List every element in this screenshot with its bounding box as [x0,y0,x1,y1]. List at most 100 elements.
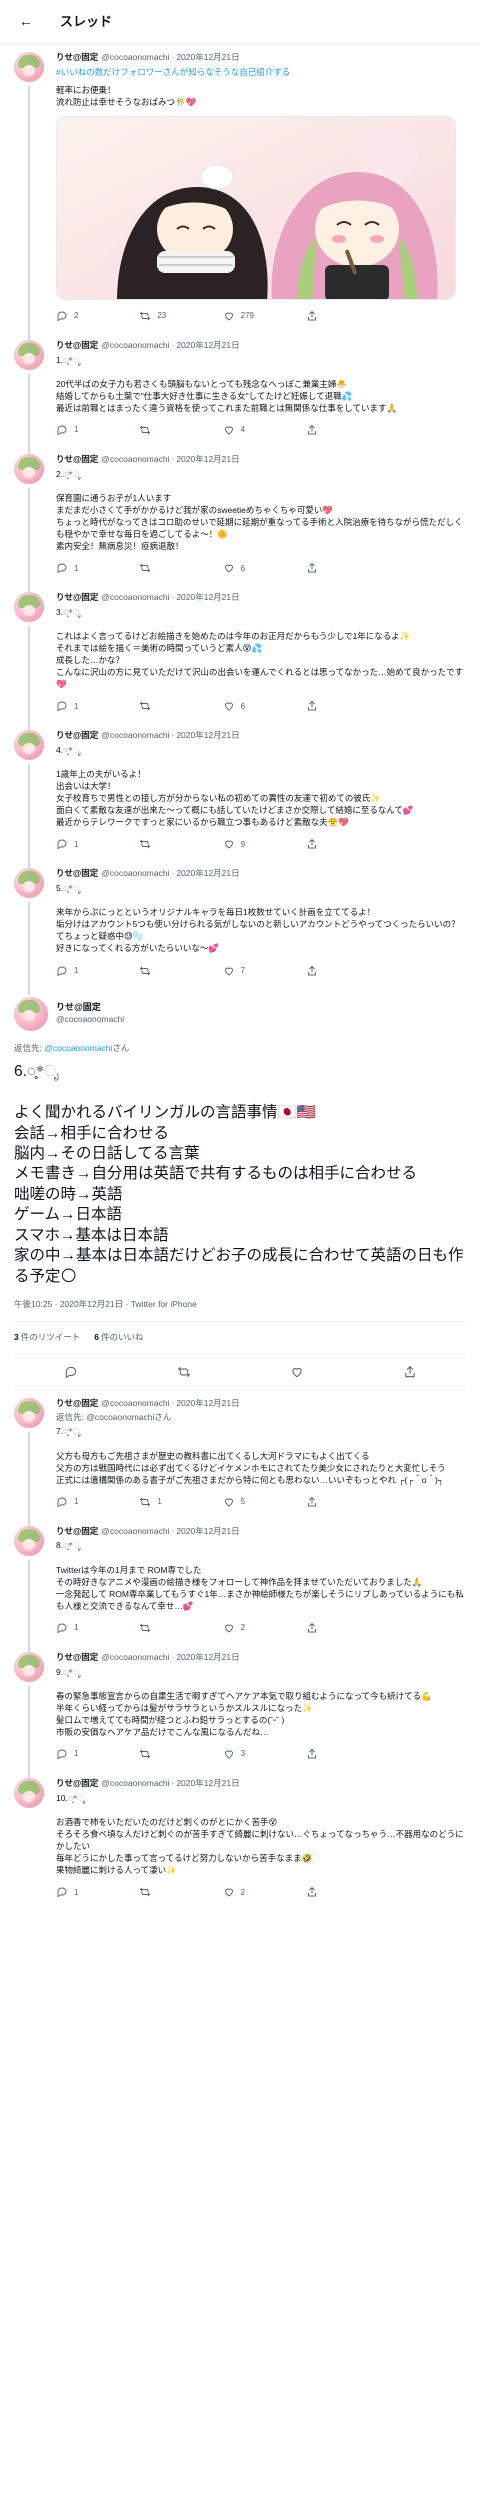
like-button[interactable]: 279 [223,310,273,322]
author-name[interactable]: りせ@固定 [56,454,98,466]
reply-button[interactable]: 1 [56,1622,106,1634]
author-name[interactable]: りせ@固定 [56,1398,98,1410]
share-button[interactable] [306,1622,356,1634]
tweet-date[interactable]: 2020年12月21日 [176,868,239,880]
retweet-button[interactable] [139,965,189,977]
author-name[interactable]: りせ@固定 [56,52,98,64]
retweet-button[interactable] [139,1748,189,1760]
share-button[interactable] [306,562,356,574]
reply-icon [56,1886,68,1898]
author-handle[interactable]: @cocoaonomachi [101,1526,169,1538]
like-stat[interactable]: 6 件のいいね [94,1332,143,1344]
author-name[interactable]: りせ@固定 [56,340,98,352]
author-handle[interactable]: @cocoaonomachi [101,52,169,64]
reply-button[interactable]: 1 [56,700,106,712]
like-button[interactable]: 4 [223,424,273,436]
retweet-button[interactable]: 23 [139,310,189,322]
retweet-button[interactable]: 1 [139,1496,189,1508]
share-icon[interactable] [403,1365,417,1379]
avatar[interactable] [14,592,44,623]
retweet-button[interactable] [139,562,189,574]
avatar[interactable] [14,868,44,899]
reply-button[interactable]: 1 [56,838,106,850]
reply-button[interactable]: 1 [56,1496,106,1508]
tweet-text: 1.◌̥*ೃ 20代半ばの女子力も若さくも頭脳もないとっても残念なへっぽこ兼業主… [56,354,398,413]
back-button[interactable]: ← [14,10,38,34]
share-button[interactable] [306,1748,356,1760]
retweet-button[interactable] [139,1886,189,1898]
focused-tweet-timestamp[interactable]: 午後10:25 · 2020年12月21日 · Twitter for iPho… [14,1299,466,1322]
tweet-date[interactable]: 2020年12月21日 [176,1778,239,1790]
author-handle[interactable]: @cocoaonomachi [56,1014,124,1026]
share-button[interactable] [306,700,356,712]
like-button[interactable]: 6 [223,700,273,712]
avatar[interactable] [14,1397,44,1428]
avatar[interactable] [14,52,44,82]
like-button[interactable]: 6 [223,562,273,574]
avatar[interactable] [14,1525,44,1556]
tweet-date[interactable]: 2020年12月21日 [176,454,239,466]
share-button[interactable] [306,310,356,322]
tweet-date[interactable]: 2020年12月21日 [176,592,239,604]
tweet-date[interactable]: 2020年12月21日 [176,340,239,352]
reply-button[interactable]: 1 [56,1748,106,1760]
retweet-button[interactable] [139,700,189,712]
avatar[interactable] [14,453,44,484]
author-name[interactable]: りせ@固定 [56,868,98,880]
share-button[interactable] [306,1886,356,1898]
share-button[interactable] [306,838,356,850]
like-button[interactable]: 2 [223,1622,273,1634]
author-name[interactable]: りせ@固定 [56,1001,124,1013]
retweet-stat[interactable]: 3 件のリツイート [14,1332,80,1344]
author-handle[interactable]: @cocoaonomachi [101,1778,169,1790]
reply-icon[interactable] [64,1365,78,1379]
like-count: 279 [240,311,255,321]
hashtag-link[interactable]: #いいねの数だけフォロワーさんが知らなそうな自己紹介する [56,66,466,78]
reply-icon [56,310,68,322]
reply-to-mention[interactable]: @cocoaonomachi [44,1043,112,1053]
tweet-date[interactable]: 2020年12月21日 [176,52,239,64]
retweet-button[interactable] [139,1622,189,1634]
avatar[interactable] [14,996,48,1031]
tweet-text: 2.◌̥*ೃ 保育園に通うお子が1人います まだまだ小さくて手がかかるけど我が家… [56,468,463,552]
reply-button[interactable]: 2 [56,310,106,322]
reply-button[interactable]: 1 [56,424,106,436]
avatar[interactable] [14,1777,44,1808]
author-name[interactable]: りせ@固定 [56,1778,98,1790]
author-handle[interactable]: @cocoaonomachi [101,730,169,742]
author-handle[interactable]: @cocoaonomachi [101,454,169,466]
share-button[interactable] [306,424,356,436]
like-button[interactable]: 5 [223,1496,273,1508]
heart-icon[interactable] [290,1365,304,1379]
like-button[interactable]: 2 [223,1886,273,1898]
reply-button[interactable]: 1 [56,562,106,574]
retweet-button[interactable] [139,424,189,436]
reply-button[interactable]: 1 [56,965,106,977]
retweet-icon[interactable] [177,1365,191,1379]
author-handle[interactable]: @cocoaonomachi [101,868,169,880]
author-handle[interactable]: @cocoaonomachi [101,340,169,352]
author-name[interactable]: りせ@固定 [56,592,98,604]
avatar[interactable] [14,730,44,761]
author-name[interactable]: りせ@固定 [56,730,98,742]
tweet-date[interactable]: 2020年12月21日 [176,1652,239,1664]
like-button[interactable]: 3 [223,1748,273,1760]
tweet-date[interactable]: 2020年12月21日 [176,1398,239,1410]
share-button[interactable] [306,1496,356,1508]
like-button[interactable]: 7 [223,965,273,977]
author-name[interactable]: りせ@固定 [56,1652,98,1664]
reply-button[interactable]: 1 [56,1886,106,1898]
avatar[interactable] [14,339,44,370]
author-handle[interactable]: @cocoaonomachi [101,1652,169,1664]
tweet-image[interactable] [56,115,456,300]
share-button[interactable] [306,965,356,977]
avatar[interactable] [14,1651,44,1682]
like-button[interactable]: 9 [223,838,273,850]
retweet-button[interactable] [139,838,189,850]
author-name[interactable]: りせ@固定 [56,1526,98,1538]
tweet-date[interactable]: 2020年12月21日 [176,1526,239,1538]
separator-dot: · [171,52,175,62]
tweet-date[interactable]: 2020年12月21日 [176,730,239,742]
author-handle[interactable]: @cocoaonomachi [101,1398,169,1410]
author-handle[interactable]: @cocoaonomachi [101,592,169,604]
